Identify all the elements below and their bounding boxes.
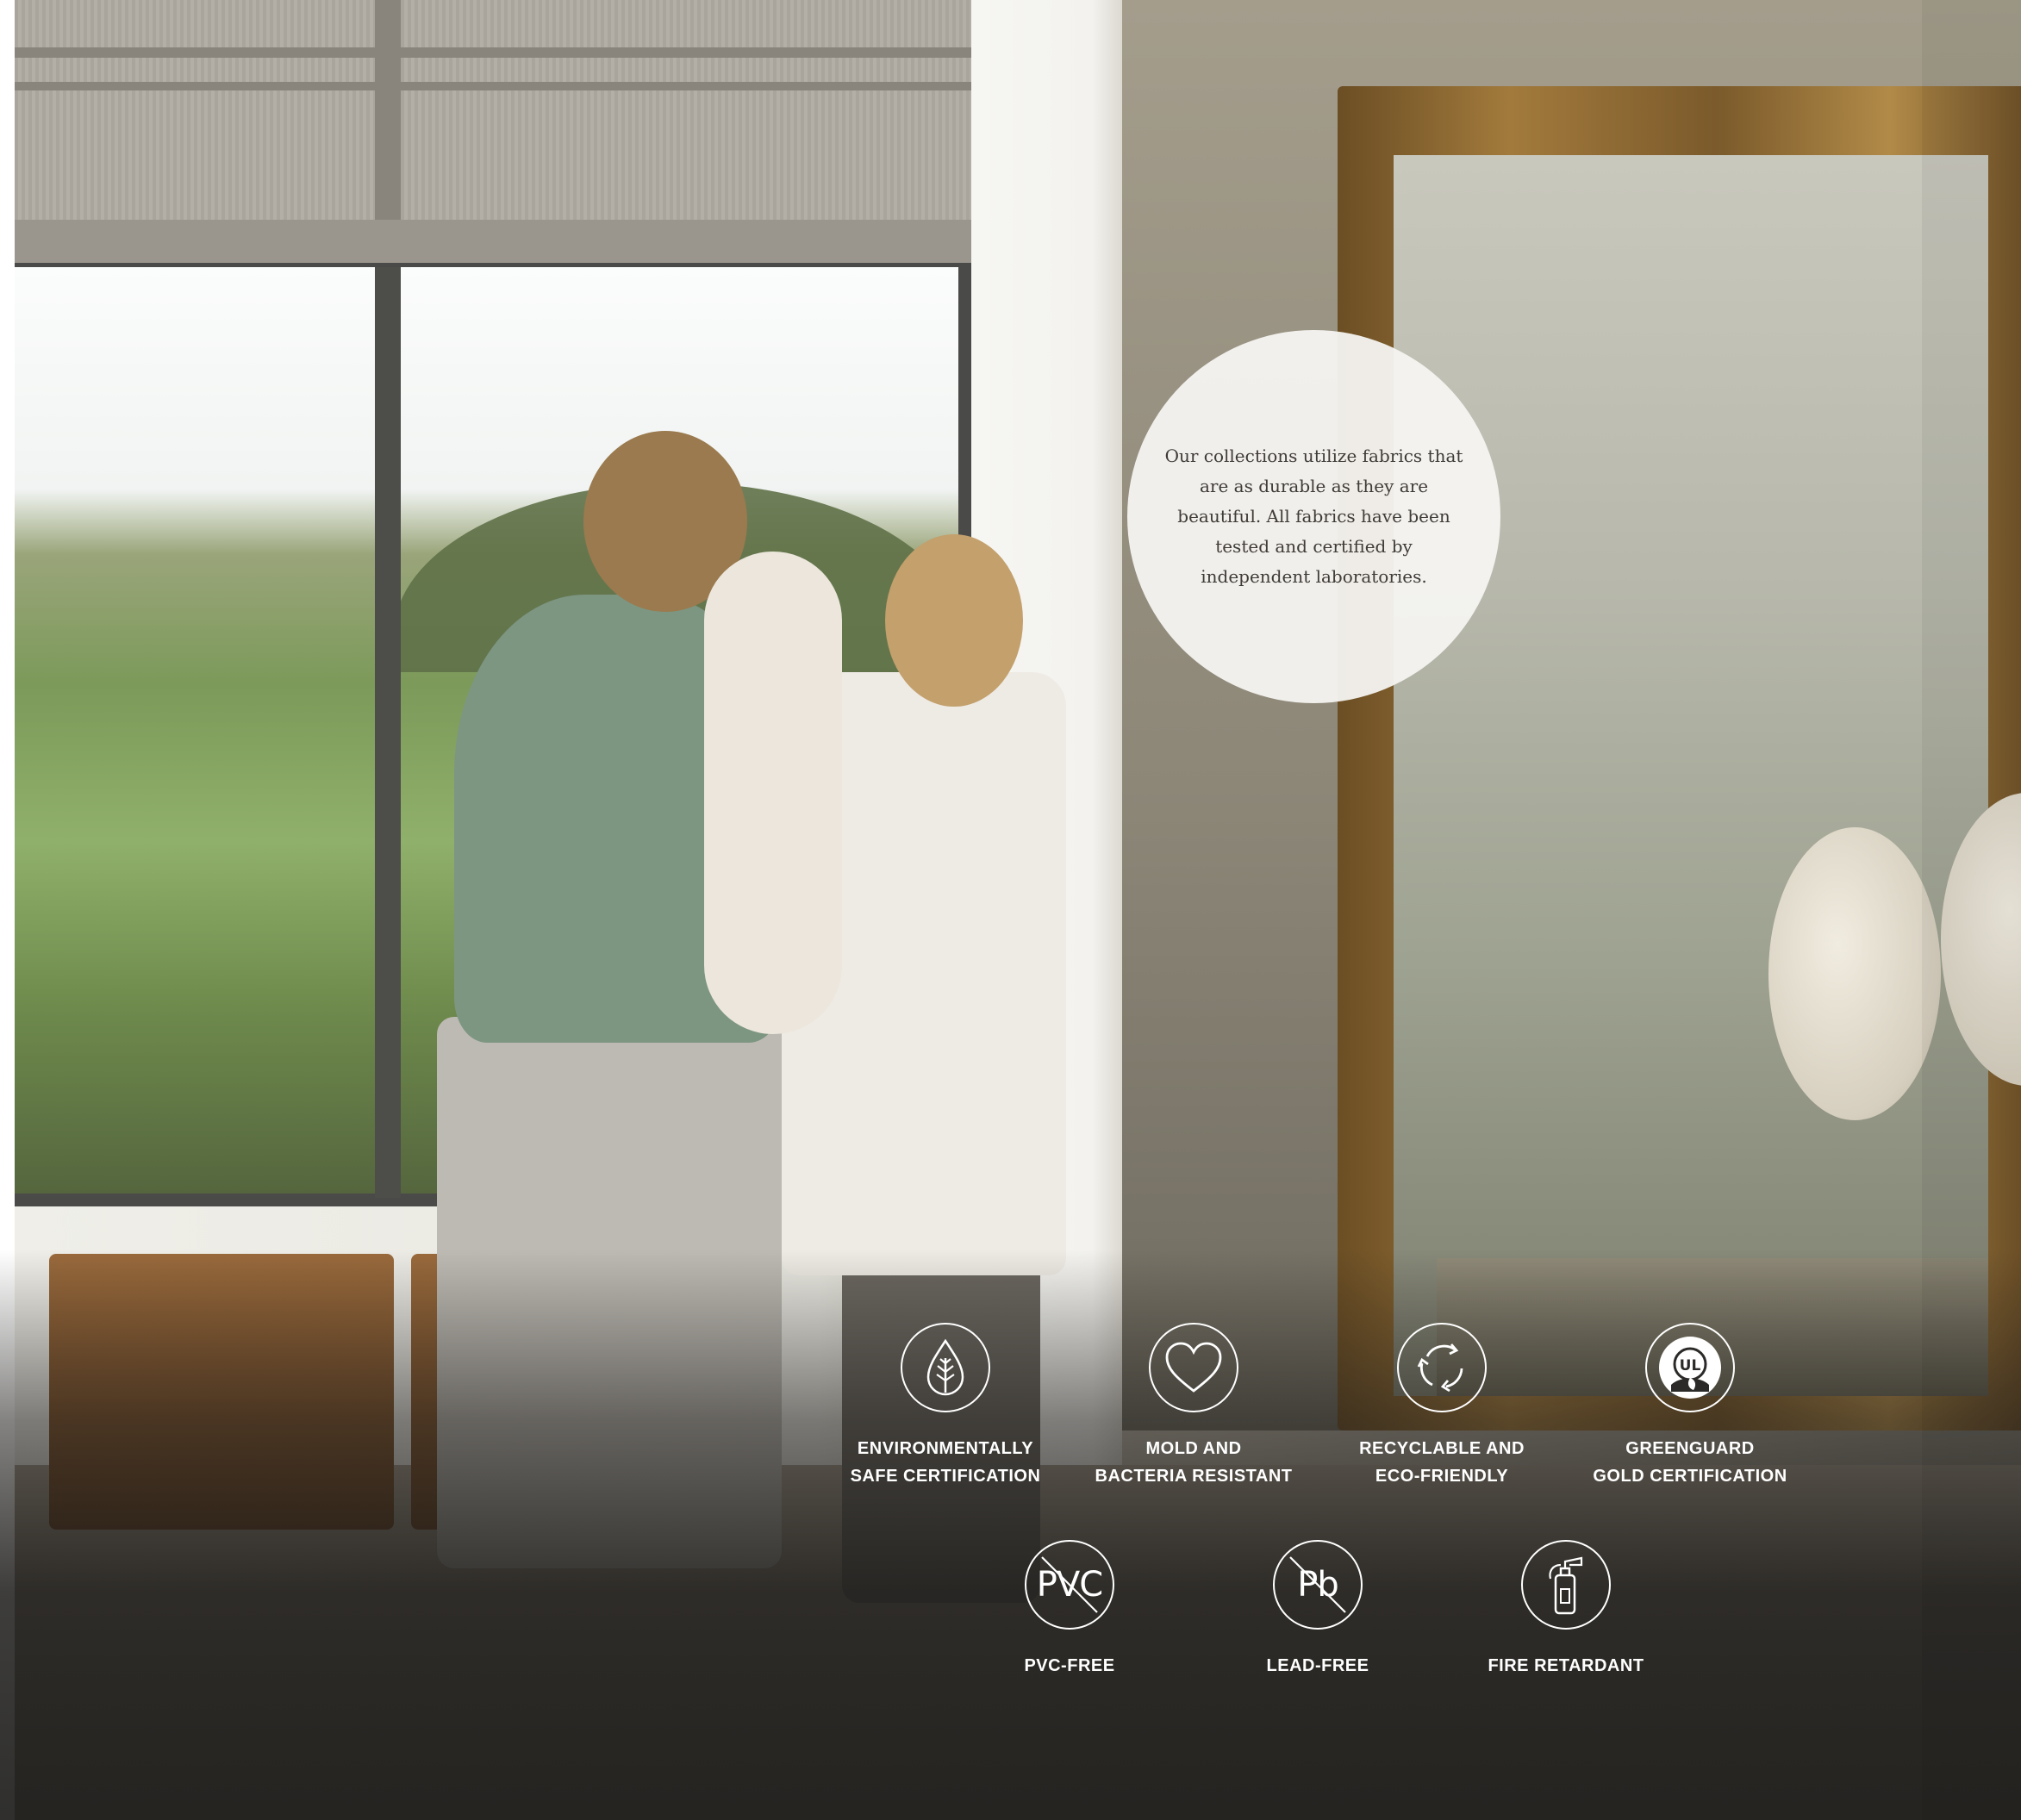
- fire-extinguisher-icon: [1521, 1540, 1611, 1630]
- feature-label-line1: LEAD-FREE: [1266, 1656, 1369, 1675]
- mirror-glass: [1394, 155, 1988, 1396]
- feature-recyclable: RECYCLABLE AND ECO-FRIENDLY: [1313, 1323, 1571, 1490]
- baby: [704, 552, 842, 1034]
- feature-label-line2: GOLD CERTIFICATION: [1593, 1467, 1787, 1486]
- feature-label-line1: GREENGUARD: [1625, 1439, 1755, 1458]
- window-mullion: [375, 267, 401, 1198]
- blind-strip: [15, 82, 978, 90]
- feature-fire-retardant: FIRE RETARDANT: [1437, 1540, 1695, 1680]
- pb-badge-text: Pb: [1297, 1565, 1339, 1605]
- recycle-icon: [1397, 1323, 1487, 1412]
- feature-label-line2: SAFE CERTIFICATION: [850, 1467, 1041, 1486]
- pvc-badge-text: PVC: [1036, 1565, 1103, 1605]
- feature-label-line2: ECO-FRIENDLY: [1375, 1467, 1509, 1486]
- feature-label-line1: MOLD AND: [1145, 1439, 1242, 1458]
- ul-greenguard-icon: UL: [1645, 1323, 1735, 1412]
- blind-strip: [15, 47, 978, 58]
- edge-shade: [1922, 0, 2021, 1820]
- feature-pvc-free: PVC PVC-FREE: [940, 1540, 1199, 1680]
- blind-strip: [375, 0, 401, 233]
- pvc-free-icon: PVC: [1025, 1540, 1114, 1630]
- feature-label-line1: PVC-FREE: [1024, 1656, 1115, 1675]
- info-circle: Our collections utilize fabrics that are…: [1127, 330, 1500, 703]
- blind-bottom-bar: [15, 220, 978, 263]
- pendant-lamp: [1768, 827, 1941, 1120]
- feature-lead-free: Pb LEAD-FREE: [1188, 1540, 1447, 1680]
- info-text: Our collections utilize fabrics that are…: [1164, 446, 1463, 587]
- feature-label-line2: BACTERIA RESISTANT: [1095, 1467, 1293, 1486]
- feature-mold-resistant: MOLD AND BACTERIA RESISTANT: [1064, 1323, 1323, 1490]
- feature-greenguard: UL GREENGUARD GOLD CERTIFICATION: [1561, 1323, 1819, 1490]
- lead-free-icon: Pb: [1273, 1540, 1363, 1630]
- feature-label-line1: ENVIRONMENTALLY: [857, 1439, 1034, 1458]
- ul-mark-text: UL: [1680, 1357, 1701, 1374]
- woman-head: [885, 534, 1023, 707]
- heart-icon: [1149, 1323, 1238, 1412]
- feature-label-line1: FIRE RETARDANT: [1488, 1656, 1644, 1675]
- feature-label-line1: RECYCLABLE AND: [1359, 1439, 1525, 1458]
- leaf-drop-icon: [901, 1323, 990, 1412]
- feature-environmentally-safe: ENVIRONMENTALLY SAFE CERTIFICATION: [816, 1323, 1075, 1490]
